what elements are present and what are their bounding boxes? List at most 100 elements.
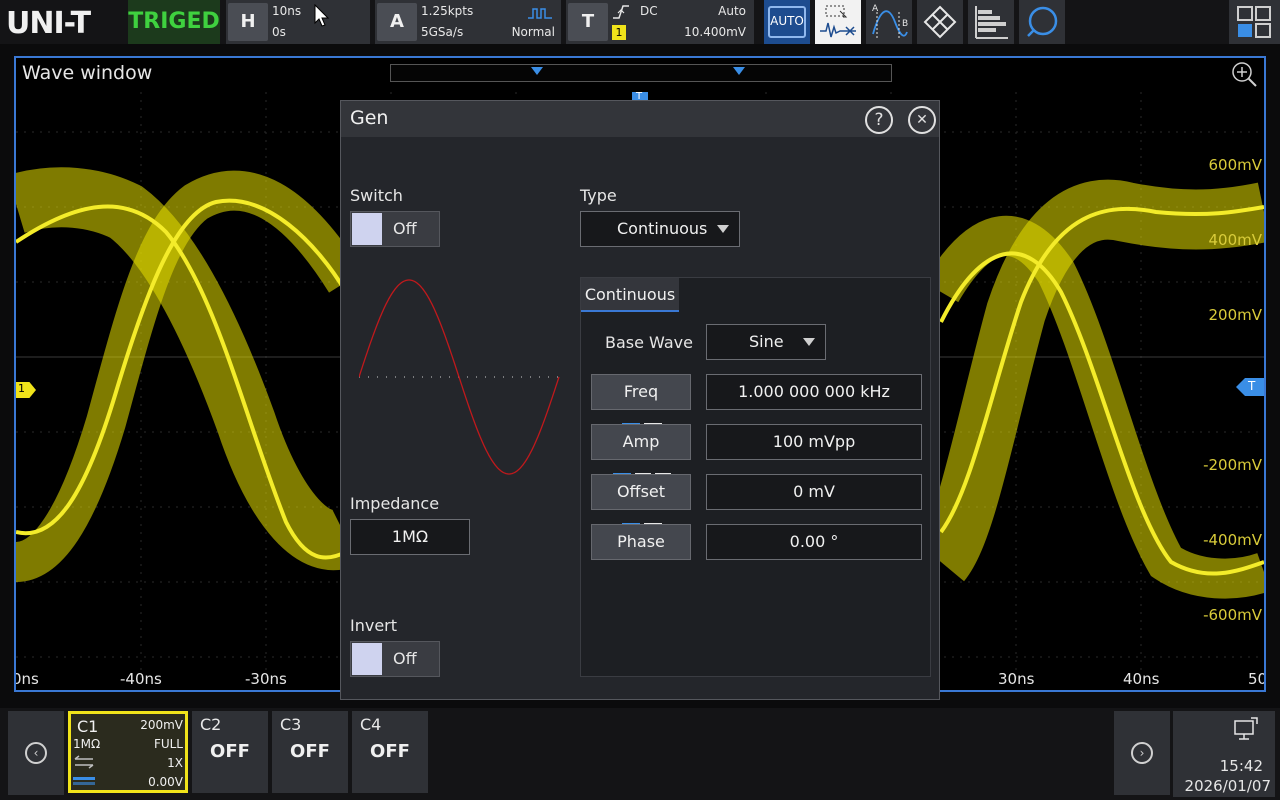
gen-dialog-title: Gen [350, 107, 389, 129]
trigger-key[interactable]: T [568, 3, 608, 41]
position-marker-left-icon [531, 67, 543, 75]
x-axis-label: -40ns [120, 670, 162, 688]
base-wave-label: Base Wave [605, 333, 693, 352]
offset-button[interactable]: Offset [591, 474, 691, 525]
bottom-bar: ‹ C1 200mV 1MΩ FULL 1X 0.00V C2 OFF C3 O… [0, 708, 1280, 800]
memory-depth: 1.25kpts [421, 4, 474, 18]
auto-button[interactable]: AUTO [764, 0, 810, 44]
freq-label: Freq [623, 382, 659, 401]
continuous-panel: Continuous Base Wave Sine Freq 1.000 000… [580, 277, 931, 677]
c3-name: C3 [280, 715, 302, 734]
channel-c3[interactable]: C3 OFF [272, 711, 348, 793]
position-marker-right-icon [733, 67, 745, 75]
search-button[interactable] [1019, 0, 1065, 44]
channel-c1[interactable]: C1 200mV 1MΩ FULL 1X 0.00V [68, 711, 188, 793]
measure-button[interactable] [917, 0, 963, 44]
channel-c2[interactable]: C2 OFF [192, 711, 268, 793]
wave-window-title: Wave window [22, 62, 153, 84]
histogram-button[interactable] [968, 0, 1014, 44]
horizontal-settings[interactable]: H 10ns 0s [226, 0, 370, 44]
next-channel-button[interactable]: › [1114, 711, 1170, 795]
y-axis-label: -200mV [1203, 456, 1262, 474]
switch-value: Off [393, 219, 417, 238]
impedance-label: Impedance [350, 494, 440, 513]
chevron-down-icon [717, 225, 729, 233]
cursor-button[interactable]: A B [866, 0, 912, 44]
trigger-source-badge: 1 [612, 25, 626, 40]
freq-button[interactable]: Freq [591, 374, 691, 425]
wave-select-icon [820, 5, 856, 38]
trigger-sweep: Auto [718, 4, 746, 18]
x-axis-label: 30ns [998, 670, 1035, 688]
wave-select-button[interactable] [815, 0, 861, 44]
window-layout-button[interactable] [1229, 0, 1280, 44]
c2-name: C2 [200, 715, 222, 734]
chevron-down-icon [803, 338, 815, 346]
help-icon[interactable]: ? [865, 106, 893, 134]
type-label: Type [580, 186, 617, 205]
trigger-marker-label: T [1248, 379, 1256, 393]
base-wave-value: Sine [749, 332, 784, 351]
c1-impedance: 1MΩ [73, 737, 101, 751]
gen-dialog: Gen ? ✕ Switch Off Type Continuous Imped… [340, 100, 940, 700]
svg-text:A: A [872, 4, 879, 14]
c4-state: OFF [370, 741, 410, 762]
tab-continuous[interactable]: Continuous [581, 278, 679, 312]
c1-name: C1 [77, 717, 99, 736]
phase-field[interactable]: 0.00 ° [706, 524, 922, 560]
trigger-settings[interactable]: T DC Auto 1 10.400mV [566, 0, 754, 44]
acquire-mode: Normal [511, 25, 555, 39]
horizontal-key[interactable]: H [228, 3, 268, 41]
c1-bandwidth: FULL [153, 737, 183, 751]
horizontal-scale: 10ns [272, 4, 302, 18]
phase-button[interactable]: Phase [591, 524, 691, 560]
coupling-icon [74, 755, 94, 769]
acquire-key[interactable]: A [377, 3, 417, 41]
amp-button[interactable]: Amp [591, 424, 691, 475]
ch1-marker-label: 1 [18, 382, 25, 395]
type-dropdown[interactable]: Continuous [580, 211, 740, 247]
network-icon [1234, 717, 1258, 740]
prev-channel-button[interactable]: ‹ [8, 711, 64, 795]
impedance-field[interactable]: 1MΩ [350, 519, 470, 555]
trigger-status-badge: TRIGED [128, 0, 220, 44]
c1-scale: 200mV [140, 718, 183, 732]
y-axis-label: 600mV [1208, 156, 1262, 174]
horizontal-offset: 0s [272, 25, 286, 39]
waveform-position-bar[interactable] [390, 64, 892, 82]
phase-label: Phase [617, 532, 665, 551]
probe-icon [73, 777, 95, 785]
channel-c4[interactable]: C4 OFF [352, 711, 428, 793]
clock-time: 15:42 [1219, 757, 1263, 775]
amp-field[interactable]: 100 mVpp [706, 424, 922, 460]
close-icon[interactable]: ✕ [908, 106, 936, 134]
clock-panel[interactable]: 15:42 2026/01/07 [1173, 711, 1275, 797]
type-value: Continuous [617, 219, 708, 238]
c2-state: OFF [210, 741, 250, 762]
y-axis-label: 200mV [1208, 306, 1262, 324]
freq-field[interactable]: 1.000 000 000 kHz [706, 374, 922, 410]
search-icon [1027, 6, 1058, 37]
acquire-settings[interactable]: A 1.25kpts 5GSa/s Normal [375, 0, 561, 44]
x-axis-label: 0ns [14, 670, 39, 688]
auto-label: AUTO [770, 14, 804, 28]
acquire-wave-icon [528, 8, 552, 19]
cursor-ab-icon: A B [872, 4, 908, 40]
c3-state: OFF [290, 741, 330, 762]
offset-field[interactable]: 0 mV [706, 474, 922, 510]
top-bar: UNI-T TRIGED H 10ns 0s A 1.25kpts 5GSa/s… [0, 0, 1280, 44]
offset-underline [622, 503, 662, 525]
freq-underline [622, 403, 662, 425]
invert-knob [352, 643, 382, 675]
switch-label: Switch [350, 186, 403, 205]
base-wave-dropdown[interactable]: Sine [706, 324, 826, 360]
switch-toggle[interactable]: Off [350, 211, 440, 247]
zoom-in-icon[interactable] [1230, 60, 1258, 88]
invert-toggle[interactable]: Off [350, 641, 440, 677]
sample-rate: 5GSa/s [421, 25, 464, 39]
switch-knob [352, 213, 382, 245]
c1-offset: 0.00V [148, 775, 183, 789]
measure-cross-icon [923, 5, 957, 39]
waveform-trace-left [16, 167, 363, 582]
y-axis-label: 400mV [1208, 231, 1262, 249]
